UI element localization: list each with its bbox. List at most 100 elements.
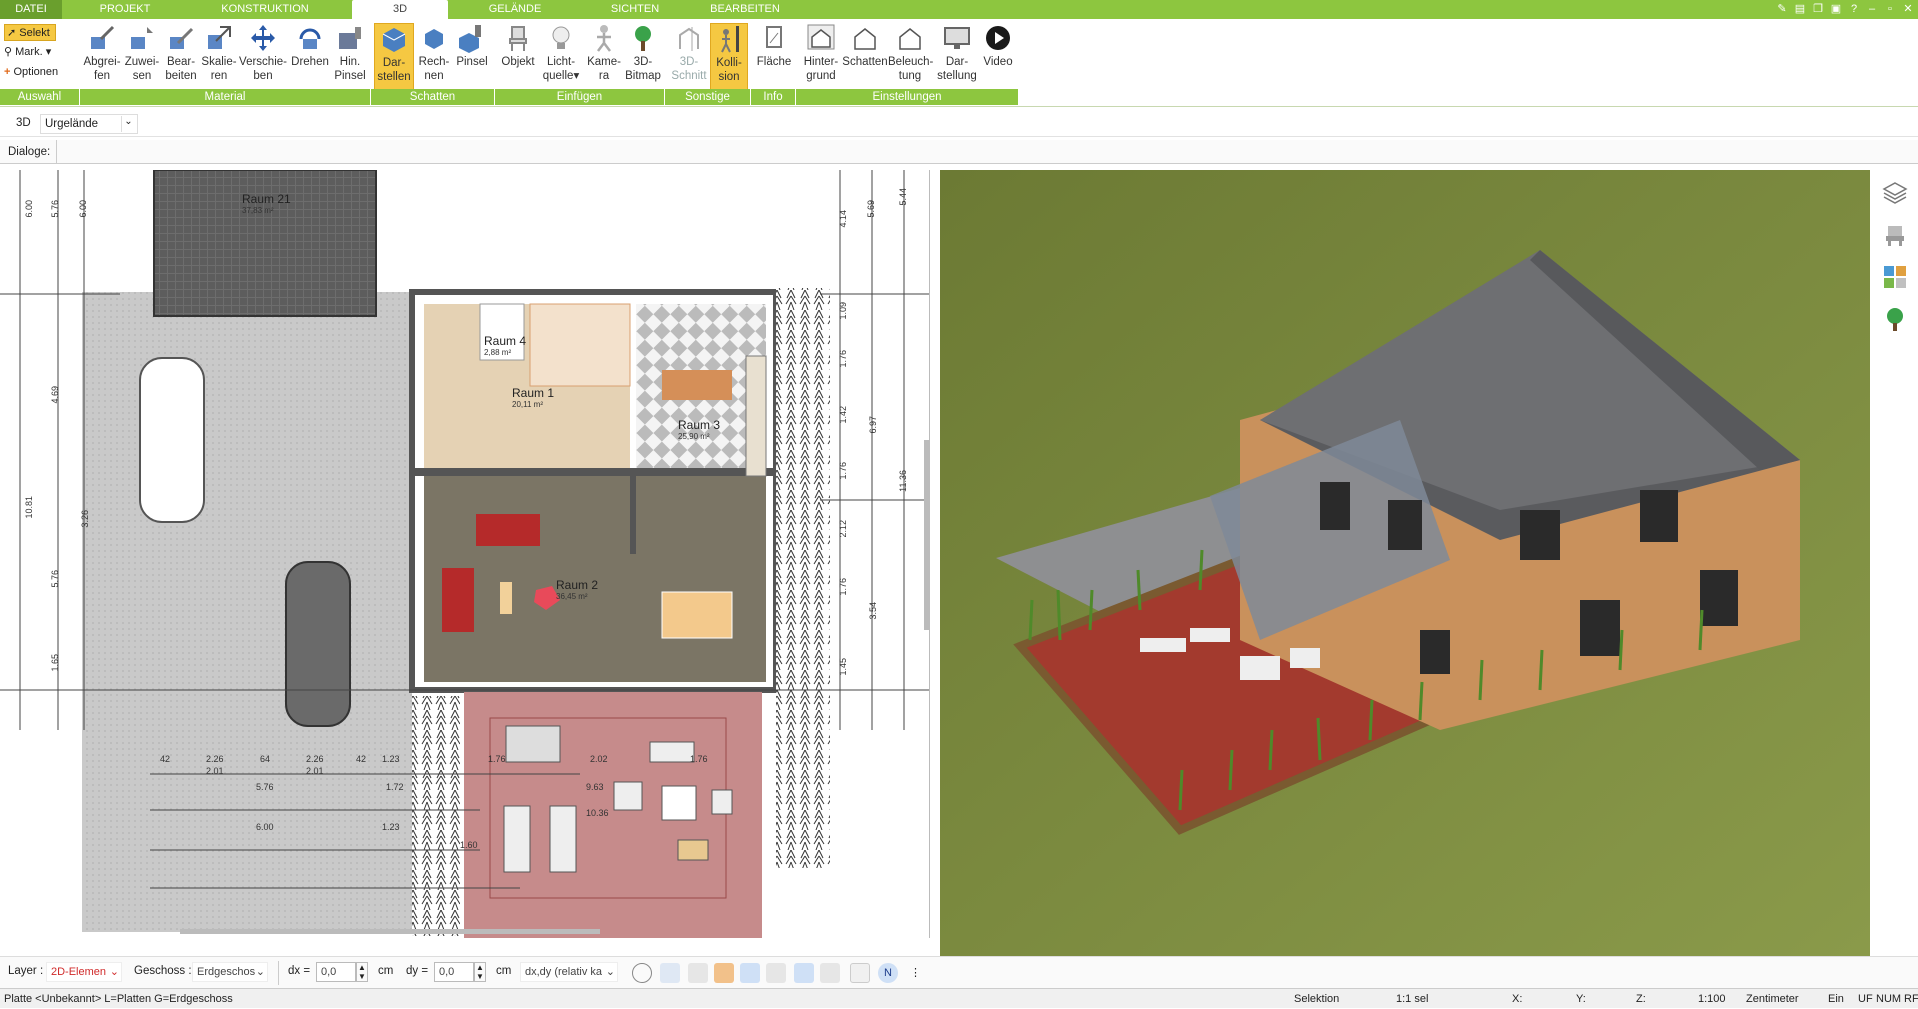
dimension-label: 6.00 — [24, 200, 34, 218]
room-label: Raum 3 — [678, 418, 721, 432]
dy-input[interactable]: 0,0 — [434, 962, 474, 982]
layer-select[interactable]: 2D-Elemen ⌄ — [46, 962, 122, 982]
materials-catalog-icon[interactable] — [1882, 264, 1908, 290]
hintergrund-button[interactable]: Hinter-grund — [800, 23, 842, 93]
coordinate-mode-select[interactable]: dx,dy (relativ ka ⌄ — [520, 962, 618, 982]
more-icon[interactable]: ⋮ — [910, 963, 921, 983]
tools-icon[interactable] — [688, 963, 708, 983]
3d-schnitt-button[interactable]: 3D- Schnitt — [668, 23, 710, 93]
rechnen-button[interactable]: Rech-nen — [414, 23, 454, 93]
status-text: Platte <Unbekannt> L=Platten G=Erdgescho… — [4, 993, 233, 1005]
label: beiten — [165, 70, 197, 82]
chair-icon — [509, 26, 527, 51]
video-button[interactable]: Video — [978, 23, 1018, 93]
clock-icon[interactable] — [632, 963, 652, 983]
plants-catalog-icon[interactable] — [1882, 306, 1908, 332]
brush-quick-icon[interactable]: ✎ — [1774, 1, 1790, 17]
skalieren-button[interactable]: Skalie-ren — [198, 23, 240, 93]
dx-stepper[interactable]: ▲ ▼ — [356, 962, 368, 982]
paint-cube-icon — [459, 25, 481, 53]
label: grund — [806, 70, 836, 82]
tab-gelaende[interactable]: GELÄNDE — [470, 0, 560, 19]
terrain-select[interactable]: Urgelände ⌄ — [40, 114, 138, 134]
3d-bitmap-button[interactable]: 3D- Bitmap — [622, 23, 664, 93]
furniture-catalog-icon[interactable] — [1882, 222, 1908, 248]
paint-icon[interactable] — [714, 963, 734, 983]
select-tool[interactable]: ➚ Selekt — [4, 24, 56, 41]
darstellen-button[interactable]: Dar-stellen — [374, 23, 414, 93]
layout-icon[interactable]: ▣ — [1828, 1, 1844, 17]
darstellung-button[interactable]: Dar-stellung — [934, 23, 980, 93]
abgreifen-button[interactable]: Abgrei-fen — [80, 23, 124, 93]
label: stellen — [377, 71, 411, 83]
dy-unit: cm — [496, 965, 512, 977]
chevron-down-icon: ▾ — [45, 46, 52, 58]
tab-sichten[interactable]: SICHTEN — [590, 0, 680, 19]
floor-plan-view[interactable]: Raum 21 37,83 m² Raum 4 2,88 m² Raum 1 2… — [0, 170, 930, 938]
toolbox-icon[interactable]: ▤ — [1792, 1, 1808, 17]
dimension-label: 2.12 — [838, 520, 848, 538]
rotate-icon — [299, 28, 321, 49]
dx-unit: cm — [378, 965, 394, 977]
verschieben-button[interactable]: Verschie-ben — [238, 23, 288, 93]
beleuchtung-button[interactable]: Beleuch-tung — [888, 23, 933, 93]
grid-icon[interactable] — [850, 963, 870, 983]
help-icon[interactable]: ? — [1846, 1, 1862, 17]
dimension-label: 4.14 — [838, 210, 848, 228]
mark-icon: ⚲ — [4, 46, 13, 58]
cursor-icon: ➚ — [7, 27, 17, 39]
room-area: 37,83 m² — [242, 206, 274, 215]
lichtquelle-button[interactable]: Licht-quelle▾ — [540, 23, 582, 93]
tab-projekt[interactable]: PROJEKT — [80, 0, 170, 19]
tab-konstruktion[interactable]: KONSTRUKTION — [200, 0, 330, 19]
dx-label: dx = — [288, 965, 311, 977]
mode-label: 3D — [16, 117, 31, 129]
dimension-label: 64 — [260, 754, 271, 764]
dimension-label: 5.76 — [50, 570, 60, 588]
snap-icon[interactable] — [740, 963, 760, 983]
north-icon[interactable]: N — [878, 963, 898, 983]
dimension-label: 5.69 — [866, 200, 876, 218]
windows-icon[interactable]: ❐ — [1810, 1, 1826, 17]
dimension-label: 42 — [356, 754, 367, 764]
room-area: 36,45 m² — [556, 592, 588, 601]
pinsel-button[interactable]: Pinsel — [452, 23, 492, 93]
layers-stack-icon[interactable] — [820, 963, 840, 983]
minimize-icon[interactable]: – — [1864, 1, 1880, 17]
close-icon[interactable]: ✕ — [1900, 1, 1916, 17]
3d-view[interactable] — [940, 170, 1870, 956]
schatten-button[interactable]: Schatten — [842, 23, 888, 93]
layers-icon[interactable] — [1882, 180, 1908, 206]
label: stellung — [937, 70, 977, 82]
dx-input[interactable]: 0,0 — [316, 962, 356, 982]
maximize-icon[interactable]: ▫ — [1882, 1, 1898, 17]
label: Licht- — [546, 56, 576, 68]
tree-icon — [635, 26, 651, 51]
drehen-button[interactable]: Drehen — [288, 23, 332, 93]
tab-bearbeiten[interactable]: BEARBEITEN — [700, 0, 790, 19]
mark-tool[interactable]: ⚲ Mark. ▾ — [4, 44, 51, 61]
hin-pinsel-button[interactable]: Hin. Pinsel — [330, 23, 370, 93]
3d-side-toolbar — [1872, 170, 1918, 956]
label: Hin. — [339, 56, 361, 68]
dy-stepper[interactable]: ▲ ▼ — [474, 962, 486, 982]
collision-icon — [721, 26, 739, 53]
geschoss-select[interactable]: Erdgeschos ⌄ — [192, 962, 268, 982]
screen-icon[interactable] — [660, 963, 680, 983]
dimension-label: 6.00 — [256, 822, 274, 832]
flaeche-button[interactable]: Fläche — [754, 23, 794, 93]
tab-datei[interactable]: DATEI — [0, 0, 62, 19]
options-tool[interactable]: + Optionen — [4, 64, 58, 81]
kollision-button[interactable]: Kolli-sion — [710, 23, 748, 93]
kamera-button[interactable]: Kame-ra — [584, 23, 624, 93]
snap-point-icon[interactable] — [794, 963, 814, 983]
bearbeiten-button[interactable]: Bear-beiten — [160, 23, 202, 93]
label: Kame- — [587, 56, 621, 68]
tab-3d[interactable]: 3D — [352, 0, 448, 19]
zuweisen-button[interactable]: Zuwei-sen — [122, 23, 162, 93]
snap-line-icon[interactable] — [766, 963, 786, 983]
dimension-label: 1.42 — [838, 406, 848, 424]
dimension-label: 1.09 — [838, 302, 848, 320]
objekt-button[interactable]: Objekt — [496, 23, 540, 93]
label: ben — [253, 70, 273, 82]
